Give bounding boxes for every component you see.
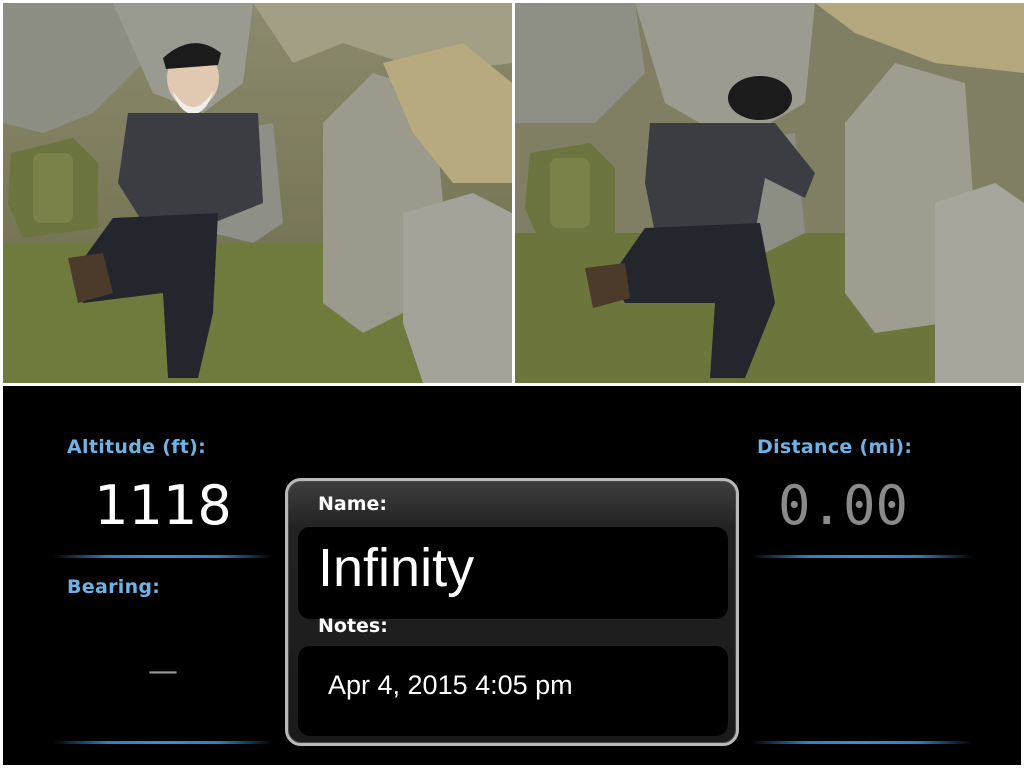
- name-value: Infinity: [318, 538, 475, 598]
- waypoint-card: Name: Infinity Notes: Apr 4, 2015 4:05 p…: [285, 478, 739, 746]
- notes-label: Notes:: [318, 615, 388, 637]
- distance-divider: [751, 555, 973, 558]
- notes-value: Apr 4, 2015 4:05 pm: [328, 670, 573, 700]
- man-kneeling-by-rocks-photo: [3, 3, 512, 383]
- name-field[interactable]: Infinity: [298, 527, 728, 619]
- distance-value: 0.00: [777, 474, 909, 537]
- bearing-label: Bearing:: [67, 576, 161, 598]
- notes-field[interactable]: Apr 4, 2015 4:05 pm: [298, 646, 728, 736]
- distance-label: Distance (mi):: [757, 436, 913, 458]
- bearing-divider: [53, 741, 273, 744]
- man-reaching-into-rocks-photo: [515, 3, 1024, 383]
- bottom-right-divider: [751, 741, 973, 744]
- name-label: Name:: [318, 493, 388, 515]
- screen: Altitude (ft): 1118 Bearing: — Distance …: [0, 0, 1024, 768]
- waypoint-panel: Altitude (ft): 1118 Bearing: — Distance …: [3, 386, 1021, 765]
- altitude-divider: [53, 555, 273, 558]
- altitude-value: 1118: [94, 474, 232, 537]
- bearing-value: —: [148, 654, 178, 689]
- altitude-label: Altitude (ft):: [67, 436, 207, 458]
